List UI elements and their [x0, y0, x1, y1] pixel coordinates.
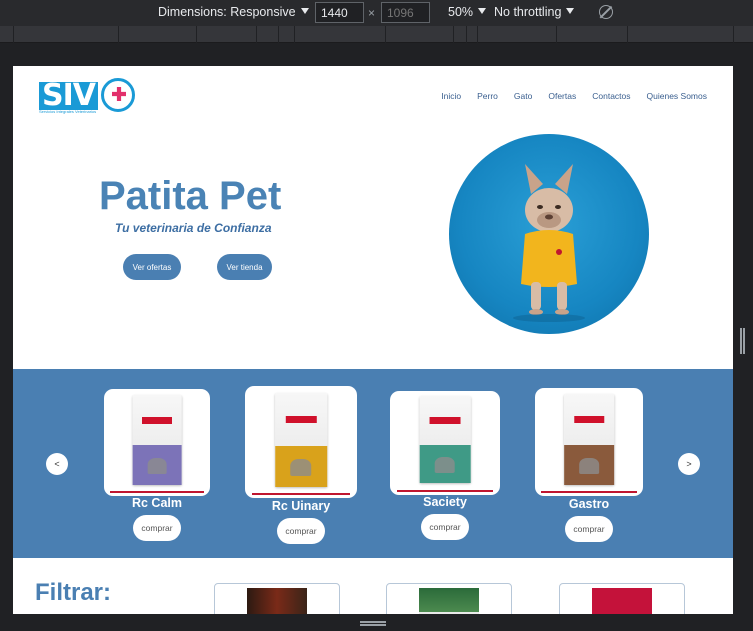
site-logo[interactable]: SIV Servicios Integrales Veterinarios: [39, 78, 135, 116]
medical-cross-icon: [101, 78, 135, 112]
carousel-next-button[interactable]: >: [678, 453, 700, 475]
chevron-down-icon: [566, 8, 575, 14]
product-bag-image: [419, 396, 471, 484]
product-thumbnail-image: [247, 588, 307, 614]
hero-subtitle: Tu veterinaria de Confianza: [115, 221, 272, 235]
chevron-down-icon: [478, 8, 487, 14]
devtools-gap: [0, 43, 753, 66]
main-nav: Inicio Perro Gato Ofertas Contactos Quie…: [441, 91, 707, 101]
nav-quienes-somos[interactable]: Quienes Somos: [647, 91, 707, 101]
logo-text: SIV: [39, 81, 98, 111]
comprar-button[interactable]: comprar: [565, 516, 613, 542]
rotate-disabled-icon[interactable]: [599, 5, 613, 19]
zoom-label: 50%: [448, 5, 474, 19]
devtools-toolbar: Dimensions: Responsive × 50% No throttli…: [0, 0, 753, 26]
comprar-button[interactable]: comprar: [133, 515, 181, 541]
ver-tienda-button[interactable]: Ver tienda: [217, 254, 272, 280]
viewport: SIV Servicios Integrales Veterinarios In…: [13, 66, 733, 614]
nav-perro[interactable]: Perro: [477, 91, 498, 101]
product-carousel: < > Rc Calm comprar Rc Uinary comprar Sa…: [13, 369, 733, 558]
product-name: Rc Uinary: [271, 499, 331, 513]
product-card-saciety[interactable]: [390, 391, 500, 495]
comprar-button[interactable]: comprar: [277, 518, 325, 544]
width-input[interactable]: [315, 2, 364, 23]
logo-subtitle: Servicios Integrales Veterinarios: [39, 109, 97, 114]
product-name: Gastro: [568, 497, 610, 511]
product-card-rc-uinary[interactable]: [245, 386, 357, 498]
product-bag-image: [275, 393, 327, 488]
resize-handle-bottom[interactable]: [360, 621, 386, 626]
product-card-gastro[interactable]: [535, 388, 643, 496]
product-thumbnail-image: [419, 588, 479, 614]
nav-ofertas[interactable]: Ofertas: [548, 91, 576, 101]
zoom-dropdown[interactable]: 50%: [448, 5, 487, 19]
chevron-down-icon: [300, 8, 309, 14]
product-thumbnail-image: [592, 588, 652, 614]
product-name: Saciety: [423, 495, 467, 509]
comprar-button[interactable]: comprar: [421, 514, 469, 540]
height-input[interactable]: [381, 2, 430, 23]
hero-dog-image: [449, 134, 649, 334]
filter-thumb-3[interactable]: [559, 583, 685, 614]
dimensions-label: Dimensions: Responsive: [158, 5, 296, 19]
product-name: Rc Calm: [131, 496, 183, 510]
media-query-ruler[interactable]: [0, 26, 753, 43]
throttling-label: No throttling: [494, 5, 562, 19]
nav-inicio[interactable]: Inicio: [441, 91, 461, 101]
nav-gato[interactable]: Gato: [514, 91, 532, 101]
filter-thumb-2[interactable]: [386, 583, 512, 614]
product-card-rc-calm[interactable]: [104, 389, 210, 496]
dimensions-dropdown[interactable]: Dimensions: Responsive: [158, 5, 309, 19]
carousel-prev-button[interactable]: <: [46, 453, 68, 475]
nav-contactos[interactable]: Contactos: [592, 91, 630, 101]
resize-handle-right[interactable]: [740, 328, 746, 354]
times-sign: ×: [368, 6, 376, 20]
french-bulldog-illustration: [513, 164, 585, 322]
product-bag-image: [564, 394, 614, 485]
filter-thumb-1[interactable]: [214, 583, 340, 614]
throttling-dropdown[interactable]: No throttling: [494, 5, 575, 19]
ver-ofertas-button[interactable]: Ver ofertas: [123, 254, 181, 280]
filter-title: Filtrar:: [35, 579, 112, 606]
product-bag-image: [132, 395, 182, 485]
hero-title: Patita Pet: [99, 174, 282, 218]
